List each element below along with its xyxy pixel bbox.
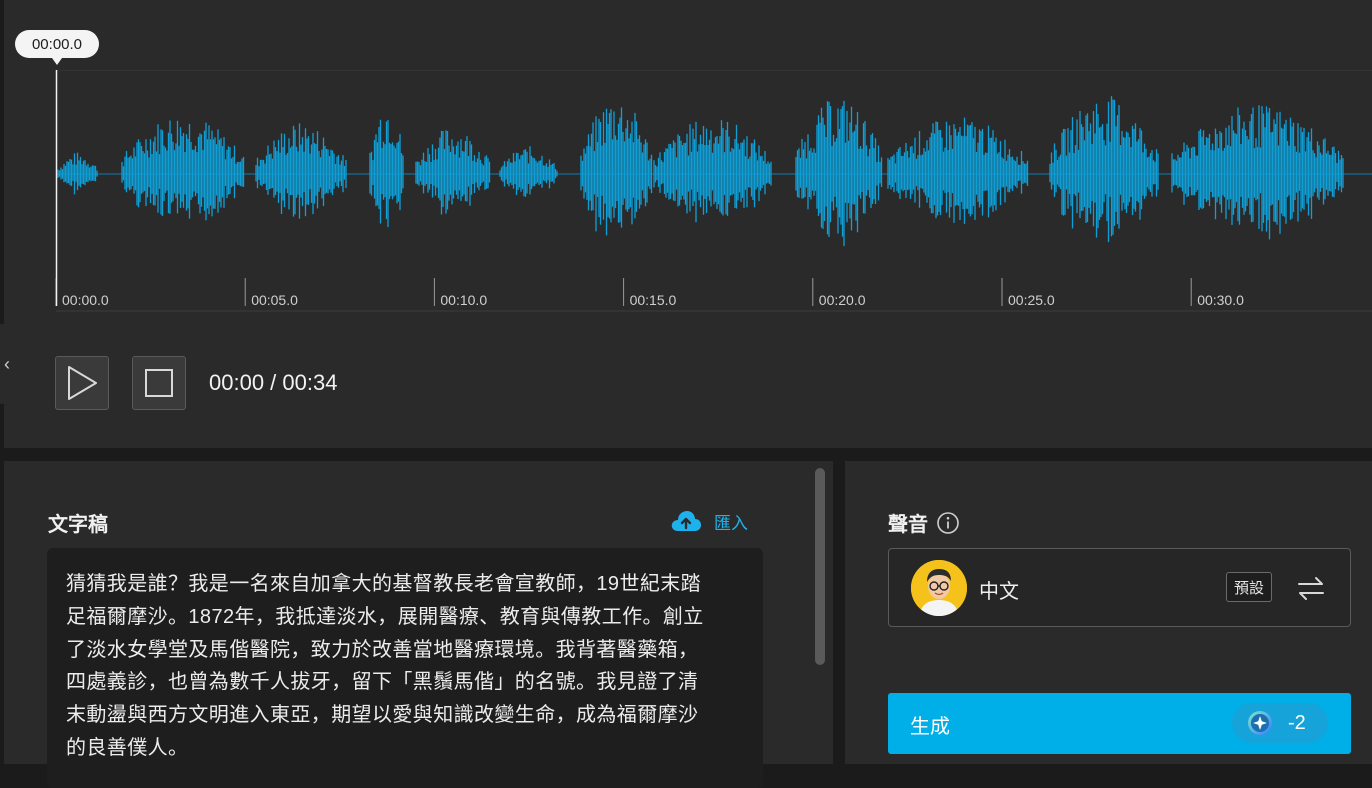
audio-preview-panel: 00:00.0 00:00.0 00:05.0 00:10.0 00:15.0 00:2… (4, 0, 1372, 448)
waveform[interactable]: 00:00.0 00:05.0 00:10.0 00:15.0 00:20.0 00:25… (54, 70, 1372, 312)
collapse-sidebar-button[interactable]: ‹ (0, 324, 20, 404)
script-scrollbar[interactable] (815, 468, 825, 665)
stop-icon (145, 369, 173, 397)
time-readout: 00:00 / 00:34 (209, 370, 338, 395)
ruler-tick-label: 00:15.0 (630, 292, 677, 308)
avatar (911, 560, 967, 616)
generate-button[interactable]: 生成 -2 (888, 693, 1351, 754)
import-button[interactable]: 匯入 (670, 508, 748, 534)
waveform-bars (57, 96, 1344, 247)
script-textarea[interactable]: 猜猜我是誰？我是一名來自加拿大的基督教長老會宣教師，19世紀末踏 足福爾摩沙。1… (47, 548, 763, 788)
script-line: 猜猜我是誰？我是一名來自加拿大的基督教長老會宣教師，19世紀末踏 (66, 573, 702, 595)
credit-cost-badge: -2 (1232, 703, 1328, 743)
time-ruler: 00:00.0 00:05.0 00:10.0 00:15.0 00:20.0 00:25… (55, 278, 1244, 308)
script-title: 文字稿 (48, 514, 108, 536)
voice-panel: 聲音 中文 預設 生成 -2 (845, 461, 1372, 764)
play-button[interactable] (55, 356, 109, 410)
ruler-tick-label: 00:05.0 (251, 292, 298, 308)
script-line: 四處義診，也曾為數千人拔牙，留下「黑鬚馬偕」的名號。我見證了清 (66, 671, 699, 694)
info-icon[interactable] (936, 511, 960, 535)
ruler-tick-label: 00:10.0 (440, 292, 487, 308)
credit-count: -2 (1288, 711, 1306, 734)
ruler-tick-label: 00:25.0 (1008, 292, 1055, 308)
script-line: 末動盪與西方文明進入東亞，期望以愛與知識改變生命，成為福爾摩沙 (66, 704, 699, 727)
swap-voice-icon[interactable] (1296, 573, 1326, 603)
script-line: 足福爾摩沙。1872年，我抵達淡水，展開醫療、教育與傳教工作。創立 (66, 605, 704, 628)
voice-title-label: 聲音 (888, 514, 928, 536)
import-label: 匯入 (714, 513, 748, 533)
default-badge: 預設 (1226, 572, 1272, 602)
ruler-tick-label: 00:00.0 (62, 292, 109, 308)
voice-name: 中文 (979, 581, 1019, 603)
generate-label: 生成 (910, 716, 950, 738)
script-panel: 文字稿 匯入 猜猜我是誰？我是一名來自加拿大的基督教長老會宣教師，19世紀末踏 … (4, 461, 833, 788)
credit-gem-icon (1248, 711, 1272, 735)
chevron-left-icon: ‹ (4, 353, 10, 374)
cloud-upload-icon (671, 511, 701, 531)
stop-button[interactable] (132, 356, 186, 410)
script-line: 了淡水女學堂及馬偕醫院，致力於改善當地醫療環境。我背著醫藥箱， (66, 638, 699, 661)
script-line: 的良善僕人。 (66, 736, 189, 759)
ruler-tick-label: 00:30.0 (1197, 292, 1244, 308)
voice-title: 聲音 (888, 508, 960, 537)
avatar-portrait-icon (911, 560, 967, 616)
play-icon (68, 366, 97, 400)
voice-selector[interactable]: 中文 預設 (888, 548, 1351, 627)
ruler-tick-label: 00:20.0 (819, 292, 866, 308)
playhead-time-bubble: 00:00.0 (15, 30, 99, 65)
